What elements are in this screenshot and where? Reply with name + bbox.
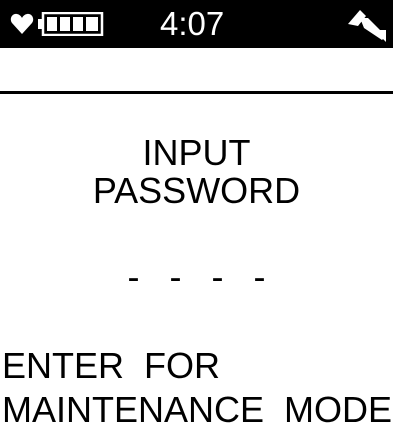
signal-icon [348,10,386,42]
maintenance-hint: ENTER FOR [2,345,221,386]
maintenance-hint-mode: MAINTENANCE MODE [2,389,393,430]
pin-digit-slot: - [169,256,182,297]
password-input[interactable]: - - - - [0,257,393,297]
status-bar: 4:07 [0,0,393,48]
pin-digit-slot: - [253,256,266,297]
title-strip [0,48,393,94]
heart-icon [10,13,34,34]
clock-time: 4:07 [160,5,225,42]
pin-digit-slot: - [127,256,140,297]
prompt-label-password: PASSWORD [92,170,301,211]
prompt-label: INPUT [142,132,251,173]
pin-digit-slot: - [211,256,224,297]
battery-full-icon [38,12,104,36]
